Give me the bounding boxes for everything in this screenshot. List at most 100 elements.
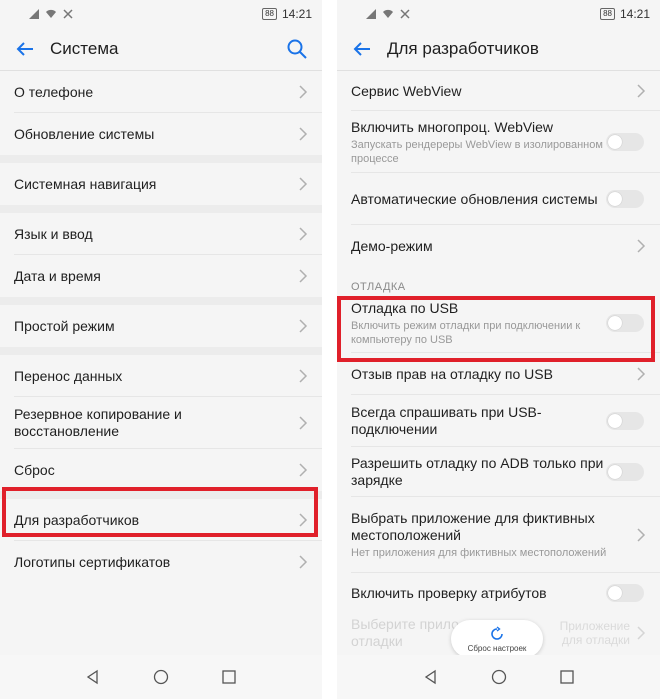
nav-recents-icon[interactable] [221,669,237,685]
chevron-right-icon [637,626,646,640]
nav-home-icon[interactable] [153,669,169,685]
setting-auto-system-updates[interactable]: Автоматические обновления системы [337,173,660,225]
menu-item-label: Логотипы сертификатов [14,553,171,570]
menu-item-date-time[interactable]: Дата и время [0,255,322,297]
chevron-right-icon [299,463,308,477]
menu-item-system-update[interactable]: Обновление системы [0,113,322,155]
setting-description: Нет приложения для фиктивных местоположе… [351,547,607,559]
setting-label: Демо-режим [351,237,433,254]
chevron-right-icon [299,269,308,283]
menu-item-reset[interactable]: Сброс [0,449,322,491]
setting-revoke-usb-auth[interactable]: Отзыв прав на отладку по USB [337,353,660,395]
page-title: Система [50,39,119,58]
setting-description: Запускать рендереры WebView в изолирован… [351,138,603,165]
navigation-bar [337,655,660,699]
clock: 14:21 [619,7,650,21]
reset-settings-label: Сброс настроек [467,643,527,653]
section-header-debugging: ОТЛАДКА [351,281,406,293]
chevron-right-icon [299,85,308,99]
chevron-right-icon [299,319,308,333]
menu-item-simple-mode[interactable]: Простой режим [0,305,322,347]
refresh-icon [491,625,503,640]
chevron-right-icon [637,528,646,542]
status-bar: 88 14:21 [337,0,660,28]
nav-recents-icon[interactable] [559,669,575,685]
multiprocess-webview-toggle[interactable] [606,133,644,151]
battery-indicator: 88 [600,8,615,20]
menu-item-certificate-logos[interactable]: Логотипы сертификатов [0,541,322,583]
search-icon[interactable] [286,38,308,60]
menu-item-system-navigation[interactable]: Системная навигация [0,163,322,205]
setting-usb-debugging[interactable]: Отладка по USB Включить режим отладки пр… [337,293,660,353]
menu-item-data-transfer[interactable]: Перенос данных [0,355,322,397]
reset-settings-button[interactable]: Сброс настроек [451,620,543,658]
menu-item-label: Перенос данных [14,367,123,384]
menu-item-label: Дата и время [14,267,101,284]
setting-webview-service[interactable]: Сервис WebView [337,71,660,111]
attribute-check-toggle[interactable] [606,584,644,602]
setting-label: Всегда спрашивать при USB-подключении [351,404,542,437]
chevron-right-icon [637,239,646,253]
menu-item-developer-options[interactable]: Для разработчиков [0,499,322,541]
setting-always-ask-usb[interactable]: Всегда спрашивать при USB-подключении [337,395,660,447]
chevron-right-icon [299,227,308,241]
setting-label: Отзыв прав на отладку по USB [351,365,553,382]
status-icons [365,8,411,20]
always-ask-toggle[interactable] [606,412,644,430]
nfc-icon [63,9,73,19]
debug-app-value: Приложение для отладки [559,619,630,647]
menu-item-label: Для разработчиков [14,511,140,528]
system-settings-screen: 88 14:21 Система О телефоне Обновление с… [0,0,322,699]
setting-description: Включить режим отладки при подключении к… [351,319,581,346]
setting-label: Сервис WebView [351,82,462,99]
chevron-right-icon [637,367,646,381]
setting-multiprocess-webview[interactable]: Включить многопроц. WebView Запускать ре… [337,111,660,173]
page-title: Для разработчиков [387,39,539,58]
chevron-right-icon [299,127,308,141]
status-bar: 88 14:21 [0,0,322,28]
menu-item-label: Простой режим [14,317,115,334]
nav-home-icon[interactable] [491,669,507,685]
setting-mock-location-app[interactable]: Выбрать приложение для фиктивных местопо… [337,497,660,573]
setting-label: Включить многопроц. WebView [351,118,553,135]
chevron-right-icon [299,177,308,191]
setting-attribute-check[interactable]: Включить проверку атрибутов [337,573,660,613]
usb-debugging-toggle[interactable] [606,314,644,332]
menu-item-label: Системная навигация [14,175,157,192]
wifi-icon [46,9,56,18]
menu-item-label: Резервное копирование и восстановление [14,406,182,439]
menu-item-language-input[interactable]: Язык и ввод [0,213,322,255]
status-icons [28,8,74,20]
developer-options-screen: 88 14:21 Для разработчиков Сервис WebVie… [337,0,660,699]
setting-label: Отладка по USB [351,299,459,316]
nav-back-icon[interactable] [85,669,101,685]
wifi-icon [383,9,393,18]
clock: 14:21 [281,7,312,21]
menu-item-label: Сброс [14,461,55,478]
setting-label-line2: отладки [351,633,403,649]
chevron-right-icon [299,513,308,527]
back-arrow-icon[interactable] [14,38,36,60]
chevron-right-icon [299,369,308,383]
setting-label: Автоматические обновления системы [351,190,598,207]
signal-icon [366,9,376,19]
setting-demo-mode[interactable]: Демо-режим [337,225,660,267]
app-bar: Система [0,28,322,70]
menu-item-label: Обновление системы [14,125,155,142]
signal-icon [29,9,39,19]
adb-charging-toggle[interactable] [606,463,644,481]
menu-item-label: Язык и ввод [14,225,93,242]
navigation-bar [0,655,322,699]
menu-item-backup-restore[interactable]: Резервное копирование и восстановление [0,397,322,449]
nfc-icon [400,9,410,19]
nav-back-icon[interactable] [423,669,439,685]
menu-item-about-phone[interactable]: О телефоне [0,71,322,113]
battery-indicator: 88 [262,8,277,20]
auto-updates-toggle[interactable] [606,190,644,208]
chevron-right-icon [299,555,308,569]
setting-label: Выбрать приложение для фиктивных местопо… [351,510,595,543]
setting-label: Выберите прило [351,616,459,632]
back-arrow-icon[interactable] [351,38,373,60]
app-bar: Для разработчиков [337,28,660,70]
setting-adb-charging-only[interactable]: Разрешить отладку по ADB только при заря… [337,447,660,497]
